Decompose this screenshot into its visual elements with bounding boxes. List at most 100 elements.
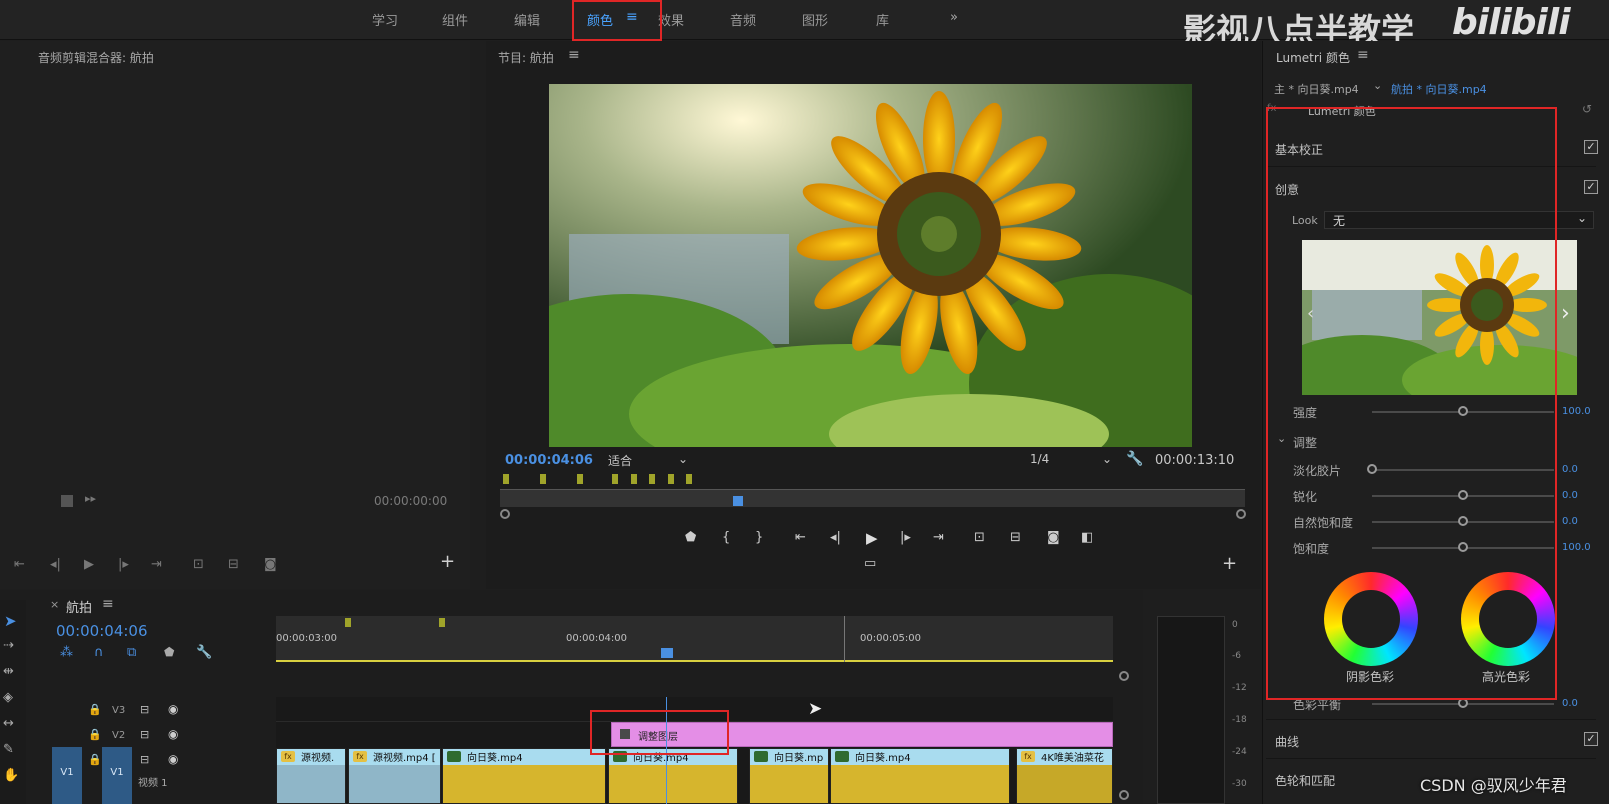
close-tab-icon[interactable]: × — [50, 598, 59, 611]
marker-icon[interactable] — [686, 474, 692, 484]
play-button-icon[interactable]: ▶ — [866, 529, 878, 547]
eye-icon[interactable]: ◉ — [168, 702, 178, 716]
resolution-dropdown[interactable]: 1/4 ⌄ — [1030, 452, 1114, 470]
eye-icon[interactable]: ◉ — [168, 727, 178, 741]
section-curves[interactable]: 曲线 ✓ — [1266, 719, 1598, 759]
add-marker-icon[interactable]: ⬟ — [685, 530, 696, 545]
tab-menu-icon[interactable]: ≡ — [102, 596, 114, 612]
program-video-frame[interactable] — [549, 84, 1192, 447]
sequence-tab[interactable]: 航拍 — [66, 597, 92, 616]
nest-icon[interactable]: ⁂ — [60, 645, 73, 660]
marker-icon[interactable] — [345, 618, 351, 627]
camera-icon[interactable]: ◙ — [264, 557, 277, 572]
panel-menu-icon[interactable]: ≡ — [568, 47, 580, 63]
slider-value[interactable]: 0.0 — [1562, 490, 1578, 501]
safe-margins-icon[interactable]: ▭ — [864, 556, 876, 571]
marker-icon[interactable] — [668, 474, 674, 484]
comparison-view-icon[interactable]: ◧ — [1081, 530, 1093, 545]
checkbox-icon[interactable]: ✓ — [1584, 140, 1598, 154]
go-out-icon[interactable]: ⇥ — [151, 557, 162, 572]
export-frame-camera-icon[interactable]: ◙ — [1047, 530, 1060, 545]
program-timecode[interactable]: 00:00:04:06 — [505, 453, 593, 468]
next-look-arrow-icon[interactable]: › — [1561, 301, 1570, 326]
slider-value[interactable]: 0.0 — [1562, 464, 1578, 475]
eye-icon[interactable]: ◉ — [168, 752, 178, 766]
reset-icon[interactable]: ↺ — [1582, 102, 1592, 116]
step-forward-icon[interactable]: |▸ — [900, 530, 911, 545]
overwrite-icon[interactable]: ⊟ — [228, 557, 239, 572]
marker-icon[interactable] — [631, 474, 637, 484]
panel-menu-icon[interactable]: ≡ — [1357, 47, 1369, 63]
tab-libraries[interactable]: 库 — [876, 10, 889, 29]
checkbox-icon[interactable]: ✓ — [1584, 732, 1598, 746]
zoom-handle-right[interactable] — [1236, 509, 1246, 519]
breadcrumb-sequence[interactable]: 航拍 * 向日葵.mp4 — [1391, 81, 1487, 97]
go-to-in-icon[interactable]: ⇤ — [795, 530, 806, 545]
extract-icon[interactable]: ⊟ — [1010, 530, 1021, 545]
video-clip[interactable]: . 向日葵.mp4 — [830, 748, 1010, 804]
arrows-icon[interactable]: ▸▸ — [85, 492, 96, 505]
slider-value[interactable]: 100.0 — [1562, 542, 1591, 553]
source-patch-v1[interactable]: V1 — [52, 747, 82, 804]
play-icon[interactable]: ▶ — [84, 557, 94, 572]
sync-lock-icon[interactable]: ⊟ — [140, 703, 149, 716]
marker-icon[interactable] — [649, 474, 655, 484]
wrench-icon[interactable]: 🔧 — [196, 645, 212, 660]
video-clip[interactable]: . 向日葵.mp4 — [608, 748, 738, 804]
lock-icon[interactable]: 🔒 — [88, 753, 102, 766]
sync-lock-icon[interactable]: ⊟ — [140, 753, 149, 766]
tab-audio[interactable]: 音频 — [730, 10, 756, 29]
scroll-handle[interactable] — [1119, 790, 1129, 800]
add-marker-icon[interactable]: ⬟ — [164, 645, 174, 659]
video-clip[interactable]: . 向日葵.mp4 — [442, 748, 606, 804]
wrench-icon[interactable]: 🔧 — [1126, 451, 1143, 467]
lock-icon[interactable]: 🔒 — [88, 728, 102, 741]
add-button-icon[interactable]: + — [1222, 553, 1237, 574]
sync-lock-icon[interactable]: ⊟ — [140, 728, 149, 741]
slider-value[interactable]: 0.0 — [1562, 516, 1578, 527]
step-back-icon[interactable]: ◂| — [830, 530, 841, 545]
go-in-icon[interactable]: ⇤ — [14, 557, 25, 572]
fit-dropdown[interactable]: 适合 ⌄ — [608, 452, 688, 470]
snap-magnet-icon[interactable]: ∩ — [94, 645, 104, 660]
tab-editing[interactable]: 编辑 — [514, 10, 540, 29]
insert-icon[interactable]: ⊡ — [193, 557, 204, 572]
lock-icon[interactable]: 🔒 — [88, 703, 102, 716]
slider-value[interactable]: 0.0 — [1562, 698, 1578, 709]
checkbox-icon[interactable]: ✓ — [1584, 180, 1598, 194]
mark-out-icon[interactable]: } — [755, 530, 763, 545]
add-button-icon[interactable]: + — [440, 551, 455, 572]
time-ruler[interactable]: 00:00:03:00 00:00:04:00 00:00:05:00 — [276, 616, 1113, 662]
scroll-handle[interactable] — [1119, 671, 1129, 681]
step-back-icon[interactable]: ◂| — [50, 557, 61, 572]
zoom-handle-left[interactable] — [500, 509, 510, 519]
video-clip[interactable]: fx 源视频. — [276, 748, 346, 804]
go-to-out-icon[interactable]: ⇥ — [933, 530, 944, 545]
marker-icon[interactable] — [612, 474, 618, 484]
hand-tool-icon[interactable]: ✋ — [3, 768, 19, 783]
breadcrumb-master[interactable]: 主 * 向日葵.mp4 — [1274, 81, 1359, 97]
marker-icon[interactable] — [577, 474, 583, 484]
selection-tool-icon[interactable]: ➤ — [4, 612, 17, 630]
pen-tool-icon[interactable]: ✎ — [3, 742, 14, 757]
marker-icon[interactable] — [503, 474, 509, 484]
marker-icon[interactable] — [540, 474, 546, 484]
step-forward-icon[interactable]: |▸ — [118, 557, 129, 572]
scrub-bar[interactable] — [500, 489, 1245, 507]
slider-value[interactable]: 100.0 — [1562, 406, 1591, 417]
tab-graphics[interactable]: 图形 — [802, 10, 828, 29]
razor-tool-icon[interactable]: ◈ — [3, 690, 13, 705]
playhead-icon[interactable] — [733, 496, 744, 506]
track-select-tool-icon[interactable]: ⇢ — [3, 638, 14, 653]
mark-in-icon[interactable]: { — [722, 530, 730, 545]
video-clip[interactable]: fx 源视频.mp4 [ — [348, 748, 441, 804]
linked-selection-icon[interactable]: ⧉ — [127, 645, 136, 660]
track-target-v1[interactable]: V1 — [102, 747, 132, 804]
playhead-icon[interactable] — [661, 648, 673, 658]
video-clip[interactable]: fx 4K唯美油菜花 — [1016, 748, 1113, 804]
video-clip[interactable]: . 向日葵.mp — [749, 748, 829, 804]
timeline-timecode[interactable]: 00:00:04:06 — [56, 622, 148, 640]
marker-icon[interactable] — [439, 618, 445, 627]
overflow-chevron-icon[interactable]: » — [950, 10, 958, 25]
lift-icon[interactable]: ⊡ — [974, 530, 985, 545]
